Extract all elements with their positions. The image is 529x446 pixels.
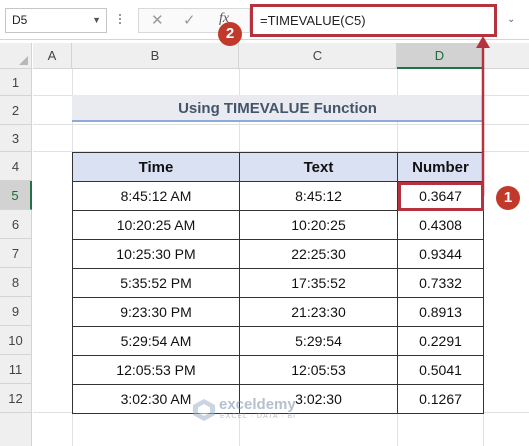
watermark-tagline: EXCEL · DATA · BI bbox=[220, 413, 296, 420]
annotation-badge-2: 2 bbox=[218, 22, 242, 46]
annotation-arrow bbox=[476, 36, 490, 196]
watermark-name: exceldemy bbox=[219, 396, 296, 413]
exceldemy-logo-icon bbox=[193, 399, 215, 421]
annotation-badge-1: 1 bbox=[496, 186, 520, 210]
